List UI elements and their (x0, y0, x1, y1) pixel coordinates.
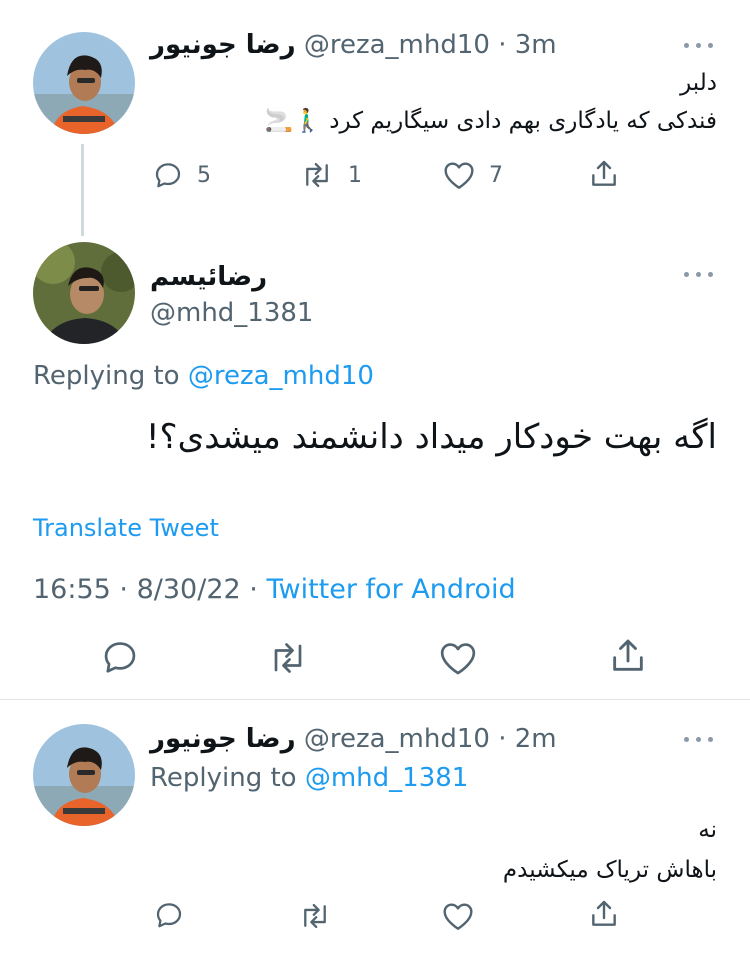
reply-button[interactable]: 5 (153, 160, 211, 190)
tweet-text-line: باهاش تریاک میکشیدم (502, 857, 717, 883)
share-icon (613, 639, 643, 671)
share-button[interactable] (588, 898, 620, 934)
share-icon (592, 160, 616, 186)
replying-to: Replying to @reza_mhd10 (33, 361, 374, 391)
timestamp[interactable]: · 2m (498, 724, 556, 754)
replying-to-link[interactable]: @mhd_1381 (305, 763, 468, 793)
thread-connector-line (81, 144, 84, 236)
tweet-text-line: فندکی که یادگاری بهم دادی سیگاریم کرد 🚶‍… (264, 108, 717, 134)
replying-prefix: Replying to (150, 763, 297, 793)
meta-separator: · (249, 574, 258, 605)
more-icon[interactable] (684, 735, 718, 745)
more-icon[interactable] (684, 270, 718, 280)
tweet-text: دلبر فندکی که یادگاری بهم دادی سیگاریم ک… (150, 64, 717, 140)
handle[interactable]: @reza_mhd10 (304, 724, 490, 754)
avatar-reza[interactable] (33, 724, 135, 826)
tweet-text: نه باهاش تریاک میکشیدم (150, 810, 717, 890)
like-count: 7 (489, 162, 503, 188)
share-icon (592, 900, 616, 926)
tweet-text-line: دلبر (680, 70, 717, 96)
share-button[interactable] (588, 158, 620, 190)
like-button[interactable]: 7 (443, 160, 503, 190)
share-button[interactable] (608, 636, 648, 680)
like-button[interactable] (442, 901, 474, 935)
replying-to-link[interactable]: @reza_mhd10 (188, 361, 374, 391)
reply-icon (156, 903, 182, 928)
tweet-date[interactable]: 8/30/22 (137, 574, 241, 605)
reply-button[interactable] (154, 900, 184, 934)
avatar-mhd[interactable] (33, 242, 135, 344)
tweet-time[interactable]: 16:55 (33, 574, 111, 605)
retweet-icon (274, 643, 302, 673)
reply-icon (155, 163, 181, 188)
reply-icon (104, 642, 136, 673)
tweet-source-link[interactable]: Twitter for Android (266, 574, 515, 605)
divider (0, 699, 750, 700)
meta-separator: · (119, 574, 128, 605)
retweet-count: 1 (348, 162, 362, 188)
display-name[interactable]: رضائیسم (150, 262, 267, 292)
avatar-reza[interactable] (33, 32, 135, 134)
tweet-text-line: نه (698, 817, 717, 843)
retweet-icon (306, 162, 328, 188)
retweet-button[interactable] (298, 901, 332, 935)
retweet-icon (304, 903, 326, 929)
handle[interactable]: @reza_mhd10 (304, 30, 490, 60)
tweet-header: رضا جونیور @reza_mhd10 · 3m (150, 30, 557, 60)
reply-button[interactable] (101, 638, 139, 680)
more-icon[interactable] (684, 41, 718, 51)
like-button[interactable] (439, 640, 477, 680)
like-icon (440, 643, 476, 675)
replying-to: Replying to @mhd_1381 (150, 763, 468, 793)
timestamp[interactable]: · 3m (498, 30, 556, 60)
like-icon (443, 903, 473, 930)
handle[interactable]: @mhd_1381 (150, 298, 313, 328)
tweet-text: اگه بهت خودکار میداد دانشمند میشدی؟! (145, 417, 717, 457)
retweet-button[interactable]: 1 (300, 160, 362, 190)
display-name[interactable]: رضا جونیور (150, 30, 296, 60)
replying-prefix: Replying to (33, 361, 180, 391)
like-icon (444, 162, 474, 189)
translate-tweet-link[interactable]: Translate Tweet (33, 514, 219, 542)
display-name[interactable]: رضا جونیور (150, 724, 296, 754)
tweet-meta: 16:55 · 8/30/22 · Twitter for Android (33, 574, 516, 605)
retweet-button[interactable] (267, 640, 309, 680)
reply-count: 5 (197, 162, 211, 188)
tweet-header: رضا جونیور @reza_mhd10 · 2m (150, 724, 557, 754)
